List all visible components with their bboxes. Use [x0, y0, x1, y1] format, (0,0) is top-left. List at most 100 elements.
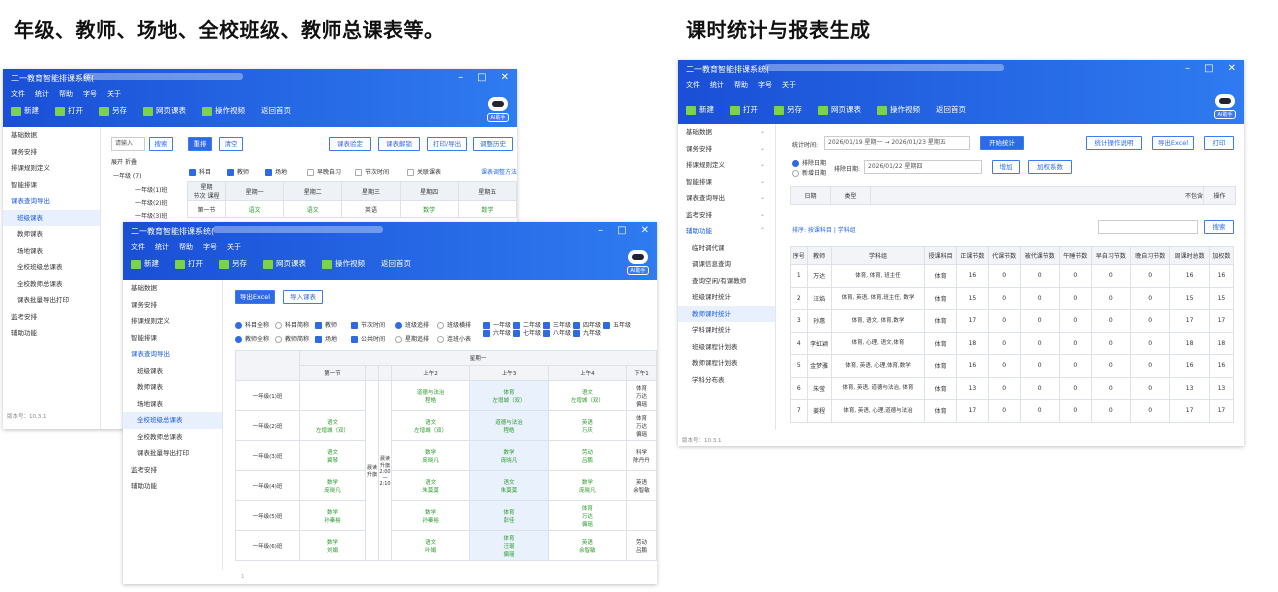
lesson-cell[interactable]: 语文 朱莫莫: [390, 470, 471, 501]
ai-assistant-icon[interactable]: AI助手: [487, 97, 509, 122]
option-checkbox[interactable]: 公共时间: [351, 334, 385, 343]
tree-toggle[interactable]: 展开 折叠: [111, 157, 137, 166]
sidebar-subitem[interactable]: 学科课时统计: [678, 322, 775, 339]
subject-checkbox[interactable]: 科目: [189, 167, 211, 176]
teacher-checkbox[interactable]: 教师: [227, 167, 249, 176]
web-timetable-button[interactable]: 网页课表: [143, 105, 186, 116]
unlock-button[interactable]: 课表解锁: [378, 137, 420, 151]
grade-checkbox[interactable]: 五年级: [603, 320, 631, 329]
sidebar-item[interactable]: 课务安排 ⌄: [678, 141, 775, 158]
grade-checkbox[interactable]: 九年级: [573, 328, 601, 337]
search-input[interactable]: 请输入: [111, 137, 145, 151]
menu-about[interactable]: 关于: [227, 243, 241, 251]
sidebar-item[interactable]: 辅助功能 ⌃: [678, 223, 775, 240]
close-icon[interactable]: ✕: [641, 225, 649, 236]
video-button[interactable]: 操作视频: [202, 105, 245, 116]
lesson-cell[interactable]: 英语 余智敏: [626, 470, 657, 501]
sidebar-item[interactable]: 课务安排: [3, 144, 100, 161]
lesson-cell[interactable]: 数学 庞晓凡: [547, 470, 628, 501]
exclude-date-radio[interactable]: 排除日期: [792, 158, 826, 167]
tree-item[interactable]: 一年级(3)班: [135, 211, 168, 220]
lesson-cell[interactable]: 道德与法治 程皓: [390, 380, 471, 411]
window-controls[interactable]: – □ ✕: [458, 72, 509, 83]
sidebar-subitem[interactable]: 教师课表: [123, 379, 222, 396]
print-export-button[interactable]: 打印/导出: [427, 137, 467, 151]
table-row[interactable]: 3 孙惠 体育, 语文, 体育,数学 体育 17 0 0 0 0 0 17 17: [790, 309, 1235, 333]
venue-checkbox[interactable]: 场地: [265, 167, 287, 176]
video-button[interactable]: 操作视频: [322, 258, 365, 269]
stat-time-input[interactable]: 2026/01/19 星期一 → 2026/01/23 星期五: [824, 136, 970, 150]
table-row[interactable]: 4 李虹颖 体育, 心理, 语文,体育 体育 18 0 0 0 0 0 18 18: [790, 331, 1235, 355]
period-time-checkbox[interactable]: 节次时间: [355, 167, 389, 176]
grade-checkbox[interactable]: 六年级: [483, 328, 511, 337]
lesson-cell[interactable]: 体育 彭佳: [469, 500, 549, 531]
lesson-cell[interactable]: 数学 庞晓凡: [299, 470, 366, 501]
lesson-cell[interactable]: 数学 庞晓凡: [390, 440, 471, 471]
minimize-icon[interactable]: –: [598, 225, 603, 236]
search-input[interactable]: [1098, 220, 1198, 234]
lesson-cell[interactable]: 体育 左增城（双）: [469, 380, 549, 411]
grade-checkbox[interactable]: 八年级: [543, 328, 571, 337]
lesson-cell[interactable]: 数学 孙秦裕: [299, 500, 366, 531]
close-icon[interactable]: ✕: [1228, 63, 1236, 74]
lesson-cell[interactable]: 道德与法治 程皓: [469, 410, 549, 441]
lesson-cell[interactable]: 语文: [283, 200, 343, 218]
lesson-cell[interactable]: 体育 万达 偏瑶: [547, 500, 628, 531]
lesson-cell[interactable]: [626, 500, 657, 531]
lesson-cell[interactable]: 语文 冀琴: [299, 440, 366, 471]
lesson-cell[interactable]: 体育 汪琨 偏瑶: [469, 530, 549, 561]
minimize-icon[interactable]: –: [1185, 63, 1190, 74]
sidebar-subitem[interactable]: 场地课表: [3, 243, 100, 260]
sidebar-subitem[interactable]: 教师课表: [3, 226, 100, 243]
new-button[interactable]: 新建: [11, 105, 39, 116]
add-button[interactable]: 增加: [992, 160, 1020, 174]
sidebar-subitem[interactable]: 查询空闲/有课教师: [678, 273, 775, 290]
sidebar-subitem[interactable]: 临时调代课: [678, 240, 775, 257]
option-radio[interactable]: 班级横排: [437, 320, 471, 329]
lesson-cell[interactable]: 数学 刘娟: [299, 530, 366, 561]
sidebar-item[interactable]: 智能排课: [3, 177, 100, 194]
sidebar-item[interactable]: 课务安排: [123, 297, 222, 314]
table-row[interactable]: 1 万达 体育, 体育, 班主任 体育 16 0 0 0 0 0 16 16: [790, 264, 1235, 288]
export-excel-button[interactable]: 导出Excel: [235, 290, 275, 304]
sidebar-item[interactable]: 课表查询导出: [3, 193, 100, 210]
option-checkbox[interactable]: 教师: [315, 320, 337, 329]
lesson-cell[interactable]: 语文 左增城（双）: [547, 380, 628, 411]
tree-item[interactable]: 一年级(2)班: [135, 198, 168, 207]
menu-help[interactable]: 帮助: [59, 90, 73, 98]
option-radio[interactable]: 连班小表: [437, 334, 471, 343]
tree-item[interactable]: 一年级(1)班: [135, 185, 168, 194]
menu-stats[interactable]: 统计: [35, 90, 49, 98]
sidebar-subitem[interactable]: 全校教师总课表: [123, 429, 222, 446]
clear-button[interactable]: 清空: [219, 137, 243, 151]
option-radio[interactable]: 科目简称: [275, 320, 309, 329]
ai-assistant-icon[interactable]: AI助手: [627, 250, 649, 275]
sidebar-item[interactable]: 智能排课: [123, 330, 222, 347]
linked-checkbox[interactable]: 关联课表: [407, 167, 441, 176]
add-date-radio[interactable]: 新增日期: [792, 168, 826, 177]
history-button[interactable]: 调整历史: [473, 137, 513, 151]
sidebar-item[interactable]: 排课规则定义: [3, 160, 100, 177]
sidebar-subitem[interactable]: 教师课程计划表: [678, 355, 775, 372]
lesson-cell[interactable]: 数学 孙秦裕: [390, 500, 471, 531]
lesson-cell[interactable]: 语文 左增城（双）: [299, 410, 366, 441]
sidebar-item[interactable]: 课表查询导出 ⌄: [678, 190, 775, 207]
sidebar-subitem[interactable]: 班级课程计划表: [678, 339, 775, 356]
stat-help-button[interactable]: 统计操作说明: [1086, 136, 1142, 150]
search-button[interactable]: 搜索: [1204, 220, 1234, 234]
sidebar-subitem[interactable]: 班级课时统计: [678, 289, 775, 306]
sidebar-subitem[interactable]: 班级课表: [3, 209, 100, 226]
window-controls[interactable]: – □ ✕: [598, 225, 649, 236]
save-as-button[interactable]: 另存: [774, 104, 802, 115]
close-icon[interactable]: ✕: [501, 72, 509, 83]
sidebar-item[interactable]: 基础数据 ⌄: [678, 124, 775, 141]
web-timetable-button[interactable]: 网页课表: [263, 258, 306, 269]
sidebar-subitem[interactable]: 全校班级总课表: [123, 412, 222, 429]
maximize-icon[interactable]: □: [617, 225, 626, 236]
table-row[interactable]: 5 金梦雅 体育, 英语, 心理,体育,数学 体育 16 0 0 0 0 0 16 16: [790, 354, 1235, 378]
print-button[interactable]: 打印: [1204, 136, 1234, 150]
sidebar-subitem[interactable]: 教师课时统计: [678, 305, 775, 322]
lesson-cell[interactable]: 语文: [224, 200, 285, 218]
new-button[interactable]: 新建: [686, 104, 714, 115]
lesson-cell[interactable]: 语文 朱莫莫: [469, 470, 549, 501]
